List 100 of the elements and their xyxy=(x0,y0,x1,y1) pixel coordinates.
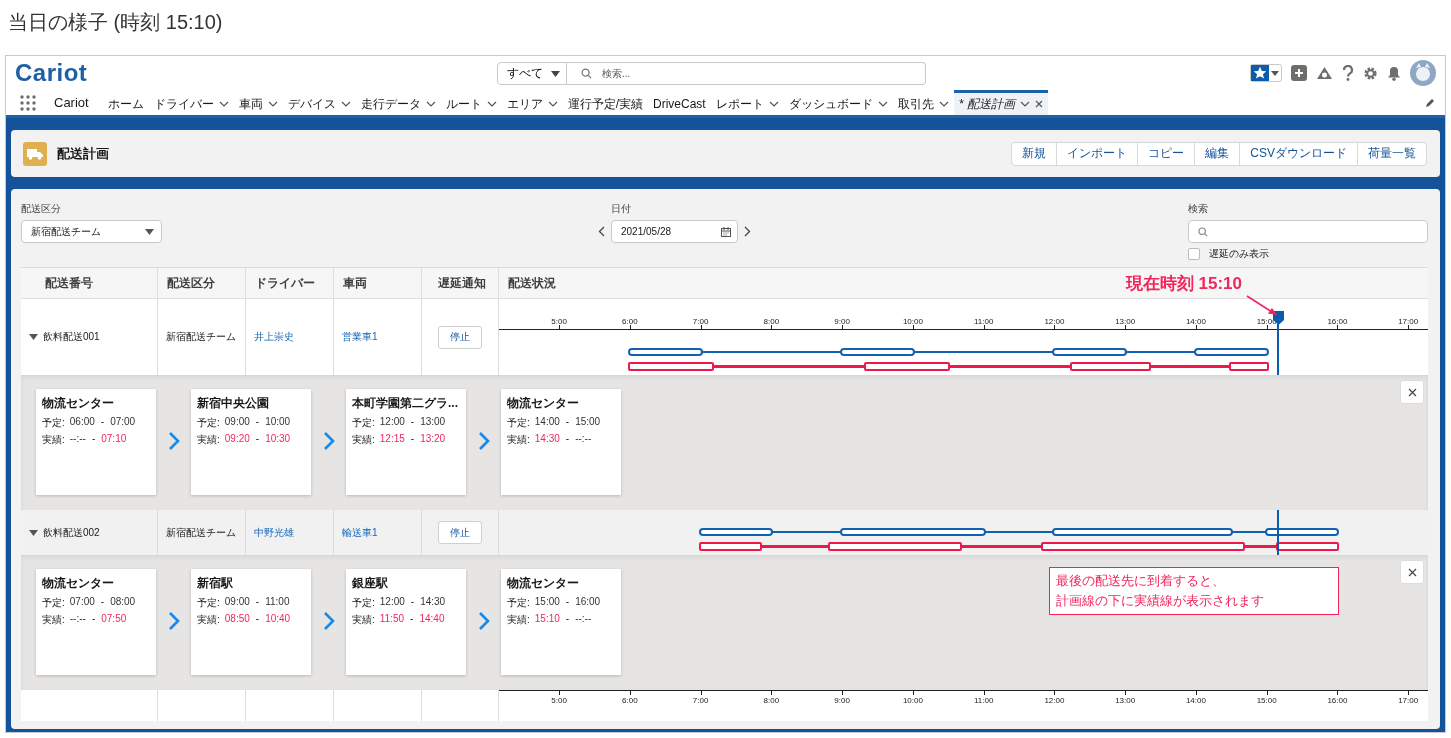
tick-label: 16:00 xyxy=(1327,317,1348,326)
date-field[interactable]: 2021/05/28 xyxy=(611,220,738,243)
division-select[interactable]: 新宿配送チーム xyxy=(21,220,162,243)
vehicle-link[interactable]: 営業車1 xyxy=(342,330,378,344)
current-time-line xyxy=(1277,324,1280,375)
separator: - xyxy=(255,433,260,446)
search-scope-dropdown[interactable]: すべて xyxy=(497,62,567,85)
stop-button[interactable]: 停止 xyxy=(438,325,482,349)
time-text: 10:00 xyxy=(265,416,291,429)
pencil-icon[interactable] xyxy=(1425,97,1435,108)
chevron-down-icon[interactable] xyxy=(1019,101,1030,108)
header-button[interactable]: 新規 xyxy=(1011,141,1058,166)
page-title: 配送計画 xyxy=(57,144,109,163)
tick-label: 6:00 xyxy=(622,317,638,326)
column-header: 遅延通知 xyxy=(438,274,486,292)
nav-tab[interactable]: ホーム xyxy=(102,90,149,115)
favorites-button[interactable] xyxy=(1250,64,1282,83)
table-cell: 新宿配送チーム xyxy=(166,525,236,540)
app-name: Cariot xyxy=(54,95,89,111)
close-button[interactable] xyxy=(1400,380,1424,404)
separator: - xyxy=(410,613,414,626)
chevron-down-icon[interactable] xyxy=(938,101,949,108)
nav-tab[interactable]: エリア xyxy=(501,90,563,115)
close-button[interactable] xyxy=(1400,560,1424,584)
close-icon xyxy=(1407,567,1417,577)
actual-bar xyxy=(1229,362,1269,371)
vehicle-link[interactable]: 輸送車1 xyxy=(342,525,378,540)
search-icon xyxy=(1198,226,1208,237)
table-cell: 飲料配送002 xyxy=(43,525,100,540)
page-caption: 当日の様子 (時刻 15:10) xyxy=(7,10,223,35)
chevron-right-icon xyxy=(478,431,490,451)
chevron-down-icon[interactable] xyxy=(340,101,351,108)
plus-icon[interactable] xyxy=(1291,65,1307,82)
time-text: 16:00 xyxy=(575,596,601,609)
header-button[interactable]: 荷量一覧 xyxy=(1357,141,1427,166)
column-header: 車両 xyxy=(343,274,367,292)
chevron-down-icon[interactable] xyxy=(877,101,888,108)
caret-down-icon[interactable] xyxy=(29,529,38,536)
nav-tab[interactable]: ドライバー xyxy=(148,90,234,115)
chevron-left-icon[interactable] xyxy=(598,226,605,237)
nav-tab[interactable]: ダッシュボード xyxy=(783,90,893,115)
help-icon[interactable] xyxy=(1342,65,1354,82)
chevron-down-icon[interactable] xyxy=(768,101,779,108)
stop-name: 物流センター xyxy=(507,575,580,592)
driver-link[interactable]: 中野光雄 xyxy=(254,525,294,540)
stop-name: 本町学園第二グラ... xyxy=(352,395,459,412)
chevron-down-icon[interactable] xyxy=(218,101,229,108)
header-button[interactable]: 編集 xyxy=(1194,141,1241,166)
calendar-icon xyxy=(721,226,731,237)
current-time-annotation: 現在時刻 15:10 xyxy=(1125,273,1242,295)
header-button[interactable]: インポート xyxy=(1056,141,1139,166)
chevron-right-icon xyxy=(323,611,335,631)
plan-label: 予定: xyxy=(197,596,220,610)
chevron-down-icon[interactable] xyxy=(425,101,436,108)
search-field[interactable] xyxy=(1188,220,1428,243)
nav-tab[interactable]: デバイス xyxy=(282,90,356,115)
global-search-field[interactable]: 検索... xyxy=(567,62,926,85)
chevron-right-icon[interactable] xyxy=(744,226,751,237)
time-text: 12:15 xyxy=(379,433,405,446)
nav-tab[interactable]: * 配送計画 xyxy=(953,90,1048,115)
plan-label: 予定: xyxy=(507,596,530,610)
bell-icon[interactable] xyxy=(1387,65,1401,81)
nav-tab[interactable]: DriveCast xyxy=(648,90,711,115)
tick-label: 5:00 xyxy=(551,696,567,705)
app-launcher-icon[interactable] xyxy=(20,94,36,111)
actual-bar xyxy=(698,542,762,551)
stop-button[interactable]: 停止 xyxy=(438,521,482,544)
chevron-down-icon[interactable] xyxy=(486,101,497,108)
tick-label: 11:00 xyxy=(973,317,994,326)
header-button[interactable]: CSVダウンロード xyxy=(1239,141,1358,166)
tick-label: 12:00 xyxy=(1044,317,1065,326)
caret-down-icon[interactable] xyxy=(29,334,38,340)
time-text: 07:00 xyxy=(110,416,136,429)
chevron-down-icon[interactable] xyxy=(547,101,558,108)
tick-label: 17:00 xyxy=(1398,317,1419,326)
close-icon[interactable] xyxy=(1034,100,1043,109)
separator: - xyxy=(91,613,96,626)
dropdown-arrow-icon xyxy=(145,228,154,235)
separator: - xyxy=(565,613,570,626)
header-button[interactable]: コピー xyxy=(1137,141,1196,166)
time-text: 08:00 xyxy=(110,596,136,609)
actual-bar xyxy=(1276,542,1340,551)
field-label: 検索 xyxy=(1188,202,1208,216)
nav-tab[interactable]: ルート xyxy=(440,90,502,115)
nav-tab[interactable]: 運行予定/実績 xyxy=(562,90,649,115)
nav-tab[interactable]: 走行データ xyxy=(355,90,441,115)
nav-tab[interactable]: 車両 xyxy=(233,90,283,115)
nav-tab[interactable]: 取引先 xyxy=(892,90,954,115)
checkbox[interactable] xyxy=(1188,248,1200,260)
separator: - xyxy=(91,433,96,446)
settings-icon[interactable] xyxy=(1363,65,1378,81)
chevron-down-icon[interactable] xyxy=(267,101,278,108)
driver-link[interactable]: 井上崇史 xyxy=(254,330,294,344)
separator: - xyxy=(255,596,260,609)
separator: - xyxy=(565,596,570,609)
nav-tab[interactable]: レポート xyxy=(710,90,784,115)
separator: - xyxy=(100,416,105,429)
time-text: 11:00 xyxy=(265,596,290,609)
callout-text: 計画線の下に実績線が表示されます xyxy=(1056,592,1264,610)
time-text: 12:00 xyxy=(379,416,405,429)
